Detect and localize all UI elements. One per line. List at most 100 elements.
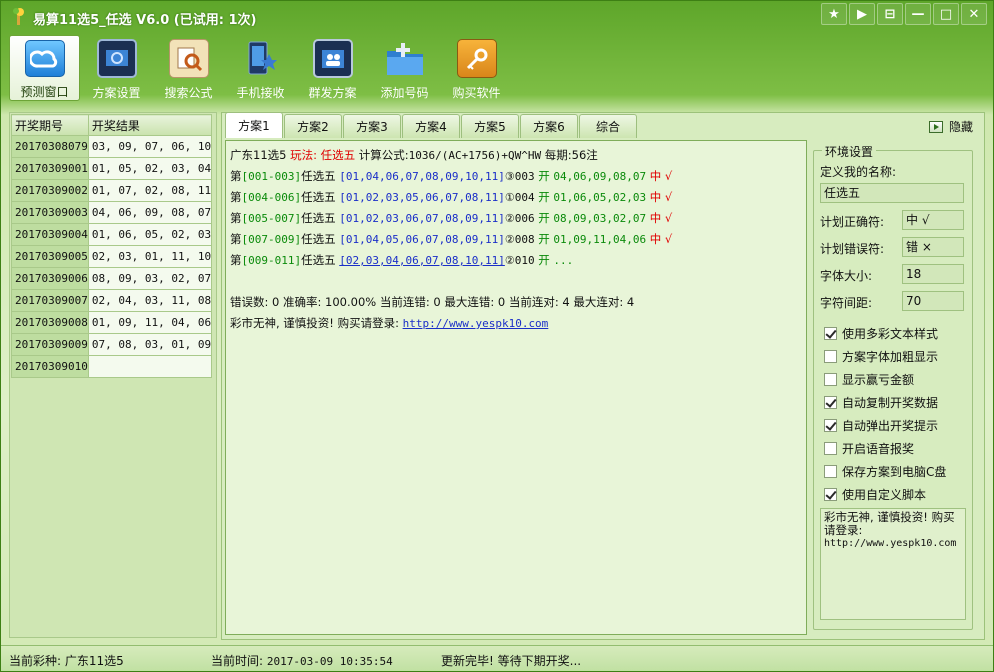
play-icon[interactable]: ▶ <box>849 3 875 25</box>
table-row[interactable]: 20170309008 01, 09, 11, 04, 06 <box>11 311 213 334</box>
column-header-result[interactable]: 开奖结果 <box>87 114 213 136</box>
settings-legend: 环境设置 <box>822 143 877 160</box>
checkbox[interactable] <box>824 396 837 409</box>
add-number-icon <box>385 39 425 78</box>
checkbox-label: 自动复制开奖数据 <box>842 396 939 410</box>
table-row[interactable]: 20170309007 02, 04, 03, 11, 08 <box>11 289 213 312</box>
draw-period: 20170309008 <box>11 311 89 334</box>
table-header-row: 开奖期号 开奖结果 <box>11 114 213 136</box>
toolbar-group-send[interactable]: 群发方案 <box>297 35 368 101</box>
tab-plan-4[interactable]: 方案4 <box>402 114 460 138</box>
tab-plan-6[interactable]: 方案6 <box>520 114 578 138</box>
minimize-button[interactable]: — <box>905 3 931 25</box>
toolbar-label: 购买软件 <box>452 86 501 100</box>
checkbox-option[interactable]: 使用自定义脚本 <box>824 486 926 503</box>
checkbox-option[interactable]: 自动复制开奖数据 <box>824 394 938 411</box>
table-row[interactable]: 20170309006 08, 09, 03, 02, 07 <box>11 267 213 290</box>
skin-icon[interactable]: ⊟ <box>877 3 903 25</box>
checkbox-option[interactable]: 自动弹出开奖提示 <box>824 417 938 434</box>
status-lottery-value: 广东11选5 <box>64 654 124 668</box>
checkbox-option[interactable]: 显示赢亏金额 <box>824 371 914 388</box>
checkbox[interactable] <box>824 465 837 478</box>
lottery-name: 广东11选5 <box>230 148 287 162</box>
group-send-icon <box>312 39 353 78</box>
plan-line: 第[001-003]任选五 [01,04,06,07,08,09,10,11]③… <box>230 166 672 187</box>
table-row[interactable]: 20170309009 07, 08, 03, 01, 09 <box>11 333 213 356</box>
period-range: [009-011] <box>241 254 302 267</box>
toolbar-label: 方案设置 <box>92 86 141 100</box>
checkbox[interactable] <box>824 327 837 340</box>
buy-link[interactable]: http://www.yespk10.com <box>403 317 549 330</box>
checkbox[interactable] <box>824 373 837 386</box>
toolbar-label: 添加号码 <box>380 86 429 100</box>
open-numbers: 01,09,11,04,06 <box>553 233 647 246</box>
maximize-button[interactable]: □ <box>933 3 959 25</box>
footer-text: 彩市无神, 谨慎投资! 购买请登录: <box>230 316 399 330</box>
custom-script-note[interactable]: 彩市无神, 谨慎投资! 购买请登录: http://www.yespk10.co… <box>820 508 966 620</box>
table-row[interactable]: 20170308079 03, 09, 07, 06, 10 <box>11 135 213 158</box>
prediction-output[interactable]: 广东11选5 玩法: 任选五 计算公式:1036/(AC+1756)+QW^HW… <box>225 140 807 635</box>
line-prefix: 第 <box>230 232 242 246</box>
toolbar-buy-software[interactable]: 购买软件 <box>441 35 512 101</box>
column-header-period[interactable]: 开奖期号 <box>11 114 89 136</box>
checkbox[interactable] <box>824 350 837 363</box>
plan-type: 任选五 <box>301 232 336 246</box>
mobile-receive-icon <box>241 39 281 78</box>
checkbox-option[interactable]: 使用多彩文本样式 <box>824 325 938 342</box>
toolbar-plan-settings[interactable]: 方案设置 <box>81 35 152 101</box>
plan-numbers: [01,02,03,05,06,07,08,11] <box>339 191 505 204</box>
hit-status: 中 <box>649 232 662 246</box>
toolbar-label: 预测窗口 <box>20 85 69 99</box>
app-window: 易算11选5_任选 V6.0 (已试用: 1次) ★ ▶ ⊟ — □ ✕ 预测窗… <box>0 0 994 672</box>
font-size-field[interactable]: 18 <box>902 264 964 284</box>
draw-result: 01, 05, 02, 03, 04 <box>87 157 213 180</box>
table-row[interactable]: 20170309004 01, 06, 05, 02, 03 <box>11 223 213 246</box>
checkbox[interactable] <box>824 442 837 455</box>
open-numbers: ... <box>553 254 574 267</box>
table-row[interactable]: 20170309005 02, 03, 01, 11, 10 <box>11 245 213 268</box>
draw-result <box>87 355 213 378</box>
checkbox-option[interactable]: 方案字体加粗显示 <box>824 348 938 365</box>
correct-symbol-field[interactable]: 中 √ <box>902 210 964 230</box>
draw-period: 20170309005 <box>11 245 89 268</box>
close-button[interactable]: ✕ <box>961 3 987 25</box>
checkbox-option[interactable]: 保存方案到电脑C盘 <box>824 463 946 480</box>
tab-plan-1[interactable]: 方案1 <box>225 112 283 138</box>
table-row[interactable]: 20170309003 04, 06, 09, 08, 07 <box>11 201 213 224</box>
checkbox-label: 自动弹出开奖提示 <box>842 419 939 433</box>
tab-plan-3[interactable]: 方案3 <box>343 114 401 138</box>
tab-plan-7[interactable]: 综合 <box>579 114 637 138</box>
checkbox[interactable] <box>824 488 837 501</box>
table-row[interactable]: 20170309010 <box>11 355 213 378</box>
checkbox-option[interactable]: 开启语音报奖 <box>824 440 914 457</box>
checkbox[interactable] <box>824 419 837 432</box>
per-period-label: 每期: <box>544 148 572 162</box>
toolbar-add-number[interactable]: 添加号码 <box>369 35 440 101</box>
toolbar-mobile-receive[interactable]: 手机接收 <box>225 35 296 101</box>
table-row[interactable]: 20170309002 01, 07, 02, 08, 11 <box>11 179 213 202</box>
wrong-symbol-field[interactable]: 错 × <box>902 237 964 257</box>
draw-history-table: 开奖期号 开奖结果 20170308079 03, 09, 07, 06, 10 2… <box>11 114 213 378</box>
hide-button[interactable]: 隐藏 <box>928 118 973 135</box>
favorite-icon[interactable]: ★ <box>821 3 847 25</box>
hit-status: 中 <box>649 190 662 204</box>
line-prefix: 第 <box>230 190 242 204</box>
plan-numbers: [01,02,03,06,07,08,09,11] <box>339 212 505 225</box>
checkbox-label: 开启语音报奖 <box>842 442 915 456</box>
play-label: 玩法: <box>290 148 317 162</box>
name-field[interactable]: 任选五 <box>820 183 964 203</box>
tab-plan-5[interactable]: 方案5 <box>461 114 519 138</box>
plan-line: 第[004-006]任选五 [01,02,03,05,06,07,08,11]①… <box>230 187 672 208</box>
hit-mark: √ <box>664 232 673 246</box>
draw-period: 20170309010 <box>11 355 89 378</box>
toolbar-search-formula[interactable]: 搜索公式 <box>153 35 224 101</box>
toolbar-predict-window[interactable]: 预测窗口 <box>9 35 80 101</box>
period-range: [001-003] <box>241 170 302 183</box>
table-row[interactable]: 20170309001 01, 05, 02, 03, 04 <box>11 157 213 180</box>
char-spacing-field[interactable]: 70 <box>902 291 964 311</box>
checkbox-label: 保存方案到电脑C盘 <box>842 465 947 479</box>
window-title: 易算11选5_任选 V6.0 (已试用: 1次) <box>33 13 257 28</box>
period-range: [005-007] <box>241 212 302 225</box>
tab-plan-2[interactable]: 方案2 <box>284 114 342 138</box>
per-period-value: 56注 <box>571 148 598 162</box>
